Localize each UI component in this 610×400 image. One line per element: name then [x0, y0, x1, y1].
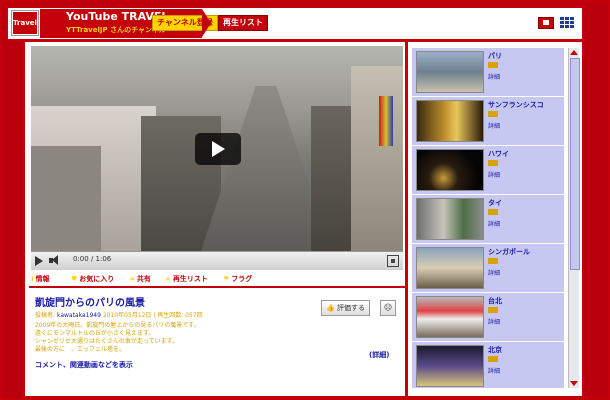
playlist-item[interactable]: 北京 詳細: [412, 342, 564, 388]
fullscreen-icon[interactable]: [387, 255, 399, 267]
playlist-item-title[interactable]: シンガポール: [488, 247, 530, 257]
uploader-link[interactable]: kawataka1949: [57, 312, 101, 319]
video-frame-flags: [379, 96, 393, 146]
tab-label: お気に入り: [79, 275, 115, 283]
video-tabs: ℹ 情報 ♥ お気に入り ➜ 共有 + 再生リスト ⚑ フラグ: [29, 272, 405, 288]
playlist-item-stub: [488, 307, 498, 313]
scroll-down-icon[interactable]: [570, 381, 578, 386]
flag-icon: ⚑: [223, 275, 230, 283]
plus-icon: +: [165, 275, 171, 283]
dislike-button[interactable]: ☹: [380, 300, 396, 316]
description-line: 最後の方に 、エッフェル塔を。: [35, 346, 126, 353]
channel-logo[interactable]: Travel: [12, 11, 38, 35]
playlist-item-title[interactable]: 台北: [488, 296, 502, 306]
playlist-item-title[interactable]: サンフランシスコ: [488, 100, 544, 110]
scrollbar-thumb[interactable]: [570, 58, 580, 270]
tab-info[interactable]: ℹ 情報: [31, 274, 50, 284]
playlist-button[interactable]: 再生リスト: [218, 15, 268, 31]
rate-button[interactable]: 👍 評価する: [321, 300, 370, 316]
rate-label: 評価する: [336, 304, 365, 312]
playlist-item-stub: [488, 111, 498, 117]
video-info: 凱旋門からのパリの風景 投稿者: kawataka1949 2010年05月12…: [31, 290, 397, 376]
description-line: 2009年の大晦日。凱旋門の屋上からの見るパリの風景です。: [35, 322, 200, 329]
video-thumbnail[interactable]: [416, 198, 484, 240]
playlist-scrollbar[interactable]: [568, 48, 580, 388]
playlist-item-detail[interactable]: 詳細: [488, 121, 500, 130]
thumbs-up-icon: 👍: [326, 304, 335, 312]
description-line: 遠くにモンマルトルの丘が小さく見えます。: [35, 330, 155, 337]
heart-icon: ♥: [71, 275, 78, 283]
video-thumbnail[interactable]: [416, 296, 484, 338]
brand-arrow: [202, 9, 211, 37]
playlist-sidebar: パリ 詳細 サンフランシスコ 詳細 ハワイ 詳細 タイ 詳細 シンガポール 詳細: [406, 40, 584, 398]
meta-prefix: 投稿者:: [35, 312, 56, 319]
playlist-item-stub: [488, 356, 498, 362]
tab-label: フラグ: [231, 275, 253, 283]
playlist-item-stub: [488, 209, 498, 215]
player-view-icon[interactable]: [538, 17, 554, 29]
playlist-list: パリ 詳細 サンフランシスコ 詳細 ハワイ 詳細 タイ 詳細 シンガポール 詳細: [412, 48, 564, 388]
logo-text: Travel: [13, 19, 37, 27]
playlist-item-title[interactable]: パリ: [488, 51, 502, 61]
video-thumbnail[interactable]: [416, 100, 484, 142]
channel-brand-bar: YouTube TRAVEL YTTravelJP さんのチャンネル チャンネル…: [40, 9, 218, 38]
tab-flag[interactable]: ⚑ フラグ: [223, 274, 252, 284]
channel-subtitle[interactable]: YTTravelJP さんのチャンネル: [66, 25, 166, 35]
tab-label: 共有: [136, 275, 151, 283]
player-controls: 0:00 / 1:06: [31, 251, 403, 270]
big-play-button[interactable]: [195, 133, 241, 165]
tab-label: 再生リスト: [172, 275, 208, 283]
playlist-item[interactable]: サンフランシスコ 詳細: [412, 97, 564, 147]
video-meta: 投稿者: kawataka1949 2010年05月12日 | 再生回数: 05…: [35, 310, 203, 319]
video-thumbnail[interactable]: [416, 149, 484, 191]
playlist-item-stub: [488, 258, 498, 264]
grid-view-icon[interactable]: [560, 17, 574, 29]
main-panel: 0:00 / 1:06 ℹ 情報 ♥ お気に入り ➜ 共有 + 再生リスト ⚑ フラグ 凱…: [23, 40, 407, 398]
playlist-item[interactable]: シンガポール 詳細: [412, 244, 564, 294]
video-frame-building: [351, 66, 403, 251]
playlist-item-detail[interactable]: 詳細: [488, 72, 500, 81]
playlist-item-detail[interactable]: 詳細: [488, 317, 500, 326]
playlist-item-detail[interactable]: 詳細: [488, 219, 500, 228]
playlist-item[interactable]: ハワイ 詳細: [412, 146, 564, 196]
meta-suffix: 2010年05月12日 | 再生回数: 057回: [102, 312, 203, 319]
show-comments-link[interactable]: コメント、関連動画などを表示: [35, 360, 133, 370]
video-thumbnail[interactable]: [416, 247, 484, 289]
play-icon: [212, 141, 225, 157]
video-thumbnail[interactable]: [416, 345, 484, 387]
volume-icon[interactable]: [49, 255, 61, 266]
video-frame-building: [31, 146, 101, 251]
scroll-up-icon[interactable]: [570, 50, 578, 55]
playlist-item[interactable]: パリ 詳細: [412, 48, 564, 98]
playlist-item[interactable]: 台北 詳細: [412, 293, 564, 343]
playlist-item-detail[interactable]: 詳細: [488, 366, 500, 375]
more-details-link[interactable]: (詳細): [369, 350, 389, 360]
video-title: 凱旋門からのパリの風景: [35, 298, 145, 309]
playlist-item-stub: [488, 62, 498, 68]
playlist-item-title[interactable]: ハワイ: [488, 149, 509, 159]
playlist-item-title[interactable]: 北京: [488, 345, 502, 355]
share-icon: ➜: [129, 275, 135, 283]
channel-header: Travel YouTube TRAVEL YTTravelJP さんのチャンネ…: [6, 6, 584, 41]
play-icon[interactable]: [35, 256, 43, 266]
video-thumbnail[interactable]: [416, 51, 484, 93]
playlist-item-title[interactable]: タイ: [488, 198, 502, 208]
playlist-item[interactable]: タイ 詳細: [412, 195, 564, 245]
info-icon: ℹ: [31, 275, 34, 283]
tab-playlist[interactable]: + 再生リスト: [165, 274, 208, 284]
playlist-item-detail[interactable]: 詳細: [488, 268, 500, 277]
playlist-item-stub: [488, 160, 498, 166]
video-player[interactable]: [31, 46, 403, 251]
video-description: 2009年の大晦日。凱旋門の屋上からの見るパリの風景です。 遠くにモンマルトルの…: [35, 322, 245, 354]
time-display: 0:00 / 1:06: [73, 255, 112, 263]
playlist-item-detail[interactable]: 詳細: [488, 170, 500, 179]
tab-favorite[interactable]: ♥ お気に入り: [71, 274, 114, 284]
description-line: シャンゼリゼ大通りはたくさんの車が走っています。: [35, 338, 178, 345]
tab-label: 情報: [35, 275, 50, 283]
tab-share[interactable]: ➜ 共有: [129, 274, 151, 284]
